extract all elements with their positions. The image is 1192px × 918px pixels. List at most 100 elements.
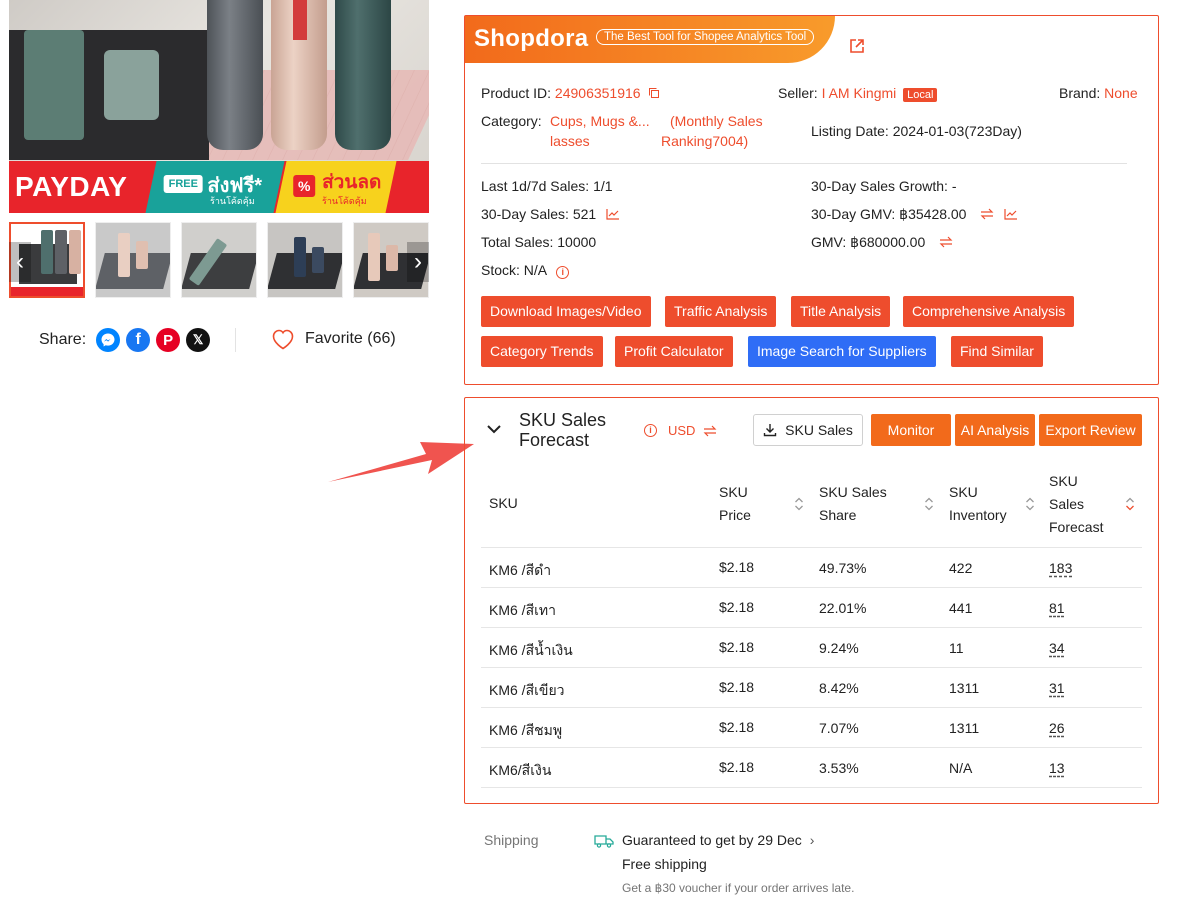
image-search-suppliers-button[interactable]: Image Search for Suppliers bbox=[748, 336, 936, 367]
sku-price: $2.18 bbox=[719, 679, 755, 695]
product-id-row: Product ID: 24906351916 bbox=[481, 85, 660, 101]
col-header-inventory[interactable]: SKU Inventory bbox=[949, 481, 1019, 527]
thumbnail-strip bbox=[9, 222, 429, 300]
payday-label: PAYDAY bbox=[15, 171, 128, 202]
shipping-label: Shipping bbox=[484, 832, 539, 848]
info-icon[interactable]: i bbox=[644, 424, 657, 437]
table-divider bbox=[481, 747, 1142, 748]
trend-chart-icon[interactable] bbox=[1004, 208, 1018, 220]
sku-price: $2.18 bbox=[719, 759, 755, 775]
table-divider bbox=[481, 787, 1142, 788]
external-link-icon[interactable] bbox=[849, 38, 865, 54]
table-divider bbox=[481, 707, 1142, 708]
ai-analysis-button[interactable]: AI Analysis bbox=[955, 414, 1035, 446]
favorite-button[interactable]: Favorite (66) bbox=[271, 328, 396, 350]
discount-subtext: ร้านโค้ดคุ้ม bbox=[322, 196, 367, 206]
swap-currency-icon[interactable] bbox=[703, 425, 717, 437]
sku-inventory: 1311 bbox=[949, 720, 980, 736]
pink-bottle bbox=[271, 0, 327, 150]
sku-forecast-link[interactable]: 26 bbox=[1049, 720, 1065, 736]
facebook-icon[interactable]: f bbox=[126, 328, 151, 352]
col-header-share[interactable]: SKU Sales Share bbox=[819, 481, 899, 527]
share-bar: Share: f P 𝕏 bbox=[39, 328, 211, 352]
seller-row: Seller: I AM Kingmi Local bbox=[778, 85, 938, 102]
comprehensive-analysis-button[interactable]: Comprehensive Analysis bbox=[903, 296, 1075, 327]
sales-30: 30-Day Sales: 521 bbox=[481, 206, 597, 222]
sku-share: 7.07% bbox=[819, 720, 859, 736]
info-icon[interactable]: i bbox=[556, 266, 570, 279]
sku-forecast-link[interactable]: 31 bbox=[1049, 680, 1065, 696]
discount-text: ส่วนลด bbox=[322, 172, 382, 193]
shopdora-logo: Shopdora bbox=[474, 25, 589, 52]
traffic-analysis-button[interactable]: Traffic Analysis bbox=[665, 296, 777, 327]
category-link-cont[interactable]: lasses bbox=[550, 133, 590, 149]
swap-currency-icon[interactable] bbox=[980, 208, 994, 220]
annotation-arrow bbox=[328, 442, 474, 482]
trend-chart-icon[interactable] bbox=[606, 208, 620, 220]
x-icon[interactable]: 𝕏 bbox=[186, 328, 211, 352]
seller-link[interactable]: I AM Kingmi bbox=[822, 85, 897, 101]
sku-forecast-link[interactable]: 81 bbox=[1049, 600, 1065, 616]
sort-icon[interactable] bbox=[1125, 496, 1135, 512]
sku-name: KM6/สีเงิน bbox=[489, 762, 552, 778]
sku-share: 3.53% bbox=[819, 760, 859, 776]
shopdora-tagline: The Best Tool for Shopee Analytics Tool bbox=[596, 29, 815, 45]
share-divider bbox=[235, 328, 236, 352]
sku-forecast-link[interactable]: 183 bbox=[1049, 560, 1072, 576]
download-icon bbox=[763, 424, 777, 437]
gmv-row: GMV: ฿680000.00 bbox=[811, 234, 953, 251]
sku-name: KM6 /สีเทา bbox=[489, 602, 556, 618]
chevron-down-icon[interactable] bbox=[485, 420, 503, 438]
messenger-icon[interactable] bbox=[96, 328, 121, 352]
col-header-forecast[interactable]: SKU Sales Forecast bbox=[1049, 470, 1114, 539]
heart-icon bbox=[272, 329, 294, 350]
sku-forecast-link[interactable]: 13 bbox=[1049, 760, 1065, 776]
total-sales: Total Sales: 10000 bbox=[481, 234, 597, 250]
pinterest-icon[interactable]: P bbox=[156, 328, 181, 352]
thumbnail[interactable] bbox=[95, 222, 171, 298]
download-images-button[interactable]: Download Images/Video bbox=[481, 296, 651, 327]
monitor-button[interactable]: Monitor bbox=[871, 414, 951, 446]
swap-currency-icon[interactable] bbox=[939, 236, 953, 248]
sku-name: KM6 /สีเขียว bbox=[489, 682, 565, 698]
table-divider bbox=[481, 627, 1142, 628]
category-link[interactable]: Cups, Mugs &... bbox=[550, 113, 650, 129]
grey-bottle bbox=[207, 0, 263, 150]
chevron-right-icon: › bbox=[809, 832, 815, 848]
export-review-button[interactable]: Export Review bbox=[1039, 414, 1142, 446]
truck-icon bbox=[594, 835, 614, 848]
free-badge: FREE bbox=[163, 175, 203, 193]
sort-icon[interactable] bbox=[924, 496, 934, 512]
brand-value[interactable]: None bbox=[1104, 85, 1137, 101]
sku-share: 8.42% bbox=[819, 680, 859, 696]
col-header-price[interactable]: SKU Price bbox=[719, 481, 779, 527]
gmv-30-row: 30-Day GMV: ฿35428.00 bbox=[811, 206, 1018, 223]
sku-price: $2.18 bbox=[719, 719, 755, 735]
product-main-image[interactable]: PAYDAY FREE ส่งฟรี* ร้านโค้ดคุ้ม % ส่วนล… bbox=[9, 0, 429, 213]
sku-share: 49.73% bbox=[819, 560, 867, 576]
thumbnail-prev-icon[interactable]: ‹ bbox=[9, 242, 31, 282]
thumbnail[interactable] bbox=[267, 222, 343, 298]
product-id-value[interactable]: 24906351916 bbox=[555, 85, 641, 101]
free-shipping-text: Free shipping bbox=[622, 856, 707, 872]
shipping-guarantee[interactable]: Guaranteed to get by 29 Dec › bbox=[622, 832, 814, 848]
sku-sales-button[interactable]: SKU Sales bbox=[753, 414, 863, 446]
sku-name: KM6 /สีดำ bbox=[489, 562, 552, 578]
sku-forecast-link[interactable]: 34 bbox=[1049, 640, 1065, 656]
sort-icon[interactable] bbox=[794, 496, 804, 512]
sku-inventory: 422 bbox=[949, 560, 973, 576]
copy-icon[interactable] bbox=[648, 87, 660, 99]
sort-icon[interactable] bbox=[1025, 496, 1035, 512]
profit-calculator-button[interactable]: Profit Calculator bbox=[615, 336, 733, 367]
sku-inventory: 441 bbox=[949, 600, 973, 616]
find-similar-button[interactable]: Find Similar bbox=[951, 336, 1043, 367]
shopdora-header: Shopdora The Best Tool for Shopee Analyt… bbox=[465, 16, 835, 63]
thumbnail[interactable] bbox=[181, 222, 257, 298]
title-analysis-button[interactable]: Title Analysis bbox=[791, 296, 891, 327]
brand-row: Brand: None bbox=[1059, 85, 1138, 101]
sku-inventory: 1311 bbox=[949, 680, 980, 696]
category-trends-button[interactable]: Category Trends bbox=[481, 336, 603, 367]
sku-share: 9.24% bbox=[819, 640, 859, 656]
thumbnail-next-icon[interactable]: › bbox=[407, 242, 429, 282]
currency-toggle[interactable]: i USD bbox=[644, 423, 717, 438]
